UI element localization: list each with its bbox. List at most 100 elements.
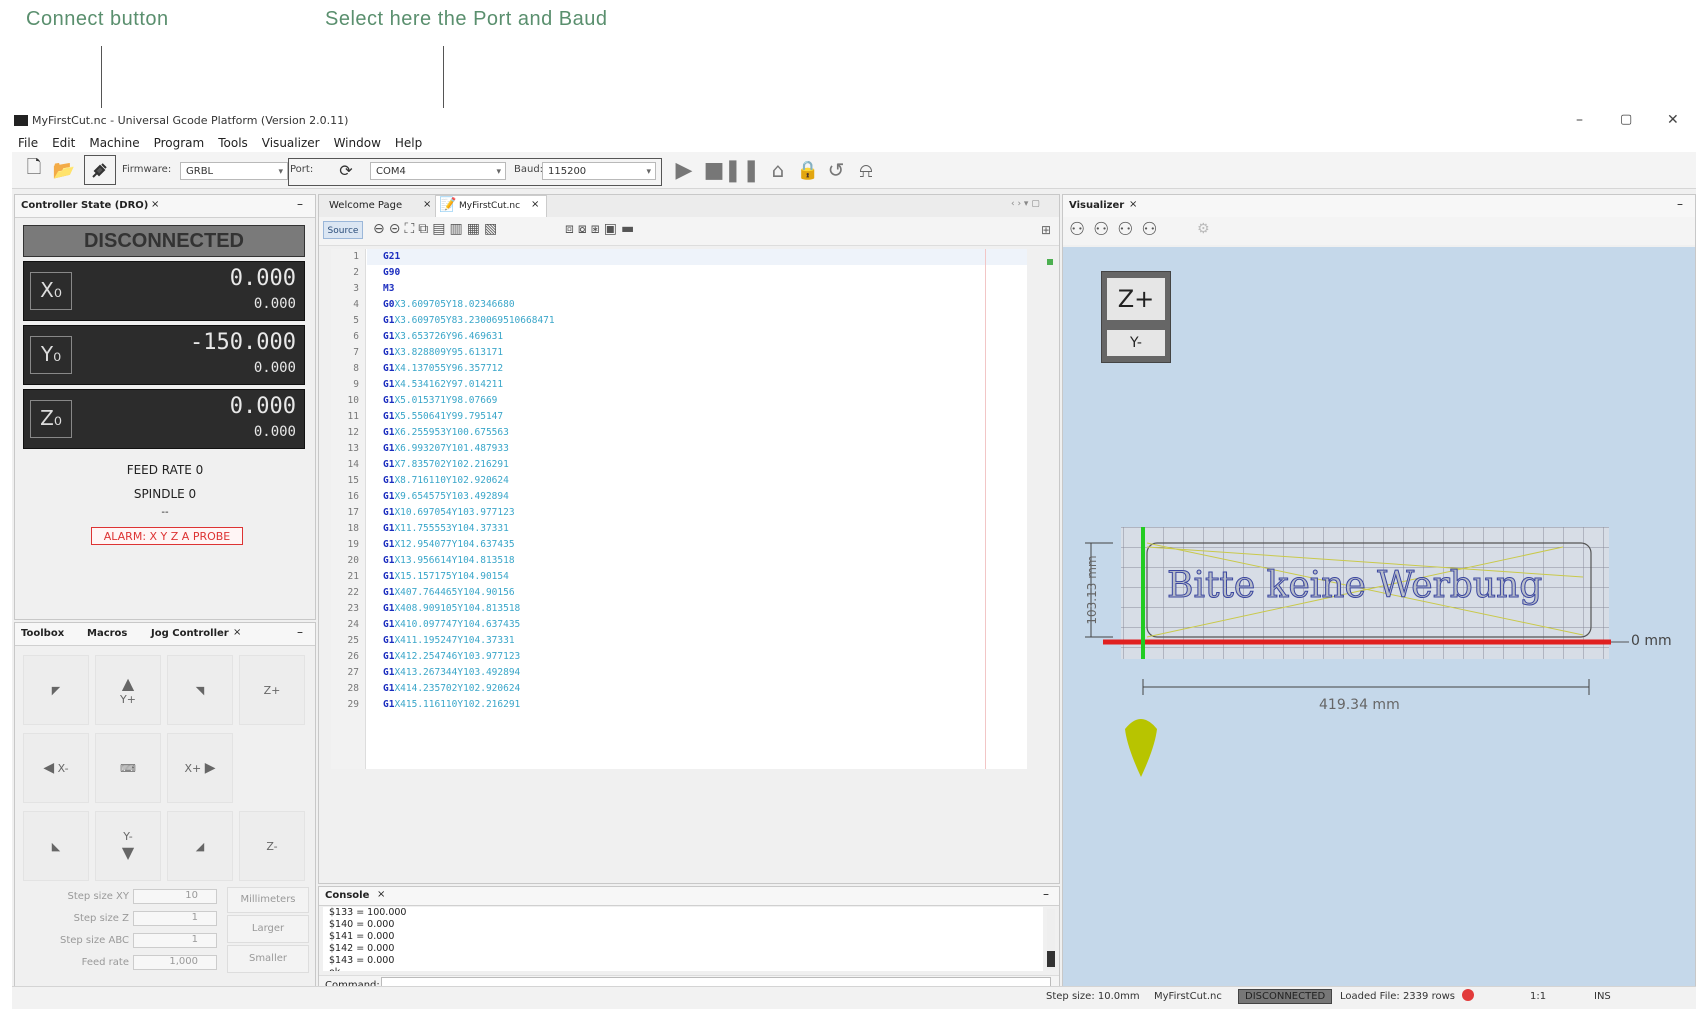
code-line[interactable]: 7 G1X3.828809Y95.613171 (331, 345, 1029, 361)
code-line[interactable]: 26 G1X412.254746Y103.977123 (331, 649, 1029, 665)
console-scroll-thumb[interactable] (1047, 951, 1055, 967)
tab-welcome-page[interactable]: Welcome Page (323, 195, 408, 217)
menu-visualizer[interactable]: Visualizer (256, 134, 328, 152)
code-line[interactable]: 10 G1X5.015371Y98.07669 (331, 393, 1029, 409)
dro-axis-z[interactable]: Z₀ 0.000 0.000 (23, 389, 305, 449)
menu-file[interactable]: File (12, 134, 46, 152)
console-output[interactable]: $133 = 100.000 $140 = 0.000 $141 = 0.000… (323, 907, 1043, 971)
code-line[interactable]: 28 G1X414.235702Y102.920624 (331, 681, 1029, 697)
code-line[interactable]: 19 G1X12.954077Y104.637435 (331, 537, 1029, 553)
close-icon[interactable]: × (233, 627, 241, 638)
code-line[interactable]: 11 G1X5.550641Y99.795147 (331, 409, 1029, 425)
visualizer-settings-icon[interactable]: ⚙ (1197, 221, 1210, 237)
baud-select[interactable]: 115200 ▾ (542, 162, 656, 180)
dro-axis-x[interactable]: X₀ 0.000 0.000 (23, 261, 305, 321)
open-folder-icon[interactable]: 📂 (50, 156, 78, 184)
menu-program[interactable]: Program (148, 134, 213, 152)
close-icon[interactable]: × (377, 889, 385, 900)
tab-myfirstcut[interactable]: MyFirstCut.nc (453, 195, 526, 217)
code-editor[interactable]: 1 G21 2 G90 3 M3 4 G0X3.609705Y18.02346680 5 G1X3… (331, 249, 1027, 769)
tab-toolbox[interactable]: Toolbox (15, 623, 70, 645)
jog-xplus-yminus-button[interactable]: ◢ (167, 811, 233, 881)
smaller-button[interactable]: Smaller (227, 945, 309, 973)
tab-jog-controller[interactable]: Jog Controller (145, 623, 235, 645)
code-line[interactable]: 23 G1X408.909105Y104.813518 (331, 601, 1029, 617)
code-line[interactable]: 4 G0X3.609705Y18.02346680 (331, 297, 1029, 313)
lock-icon[interactable]: 🔒 (794, 156, 822, 184)
close-icon[interactable]: × (1129, 199, 1137, 210)
code-line[interactable]: 18 G1X11.755553Y104.37331 (331, 521, 1029, 537)
code-line[interactable]: 14 G1X7.835702Y102.216291 (331, 457, 1029, 473)
home-icon[interactable]: ⌂ (764, 156, 792, 184)
close-icon[interactable]: × (423, 199, 431, 210)
status-error-icon[interactable] (1462, 989, 1474, 1001)
code-line[interactable]: 2 G90 (331, 265, 1029, 281)
dro-axis-y[interactable]: Y₀ -150.000 0.000 (23, 325, 305, 385)
editor-format-icons[interactable]: ⧈⧇⧆▣▬ (565, 221, 638, 237)
tab-controller-state[interactable]: Controller State (DRO) (15, 195, 154, 217)
step-xy-input[interactable]: 10 (133, 889, 217, 904)
code-line[interactable]: 3 M3 (331, 281, 1029, 297)
jog-zplus-button[interactable]: Z+ (239, 655, 305, 725)
code-line[interactable]: 17 G1X10.697054Y103.977123 (331, 505, 1029, 521)
minimize-panel-icon[interactable]: – (1677, 197, 1683, 211)
tab-scroll-icons[interactable]: ‹ › ▾ ▢ (1011, 199, 1040, 209)
code-line[interactable]: 6 G1X3.653726Y96.469631 (331, 329, 1029, 345)
menu-help[interactable]: Help (389, 134, 430, 152)
tab-console[interactable]: Console (319, 887, 375, 905)
code-line[interactable]: 29 G1X415.116110Y102.216291 (331, 697, 1029, 713)
jog-xplus-yplus-button[interactable]: ◥ (167, 655, 233, 725)
step-z-input[interactable]: 1 (133, 911, 217, 926)
reset-icon[interactable]: ↺ (822, 156, 850, 184)
menu-machine[interactable]: Machine (83, 134, 147, 152)
minimize-panel-icon[interactable]: – (1043, 887, 1049, 901)
tab-macros[interactable]: Macros (81, 623, 133, 645)
pause-icon[interactable]: ❚❚ (724, 156, 761, 184)
new-file-icon[interactable]: 🗋 (20, 156, 48, 184)
console-scrollbar[interactable] (1047, 909, 1055, 969)
code-line[interactable]: 9 G1X4.534162Y97.014211 (331, 377, 1029, 393)
close-button[interactable]: ✕ (1667, 112, 1679, 128)
play-icon[interactable]: ▶ (670, 156, 698, 184)
jog-xplus-button[interactable]: X+ ▶ (167, 733, 233, 803)
jog-xminus-yminus-button[interactable]: ◣ (23, 811, 89, 881)
menu-edit[interactable]: Edit (46, 134, 83, 152)
code-line[interactable]: 1 G21 (331, 249, 1029, 265)
code-line[interactable]: 16 G1X9.654575Y103.492894 (331, 489, 1029, 505)
editor-tool-icons[interactable]: ⊖⊝⛶⧉▤▥▦▧ (373, 221, 501, 237)
code-line[interactable]: 27 G1X413.267344Y103.492894 (331, 665, 1029, 681)
step-abc-input[interactable]: 1 (133, 933, 217, 948)
jog-xminus-yplus-button[interactable]: ◤ (23, 655, 89, 725)
feed-rate-input[interactable]: 1,000 (133, 955, 217, 970)
code-line[interactable]: 24 G1X410.097747Y104.637435 (331, 617, 1029, 633)
source-button[interactable]: Source (323, 221, 363, 239)
jog-yminus-button[interactable]: Y- ▼ (95, 811, 161, 881)
expand-icon[interactable]: ⊞ (1041, 223, 1051, 237)
view-cube-icons[interactable]: ⚇⚇⚇⚇ (1069, 219, 1166, 240)
code-line[interactable]: 12 G1X6.255953Y100.675563 (331, 425, 1029, 441)
code-line[interactable]: 21 G1X15.157175Y104.90154 (331, 569, 1029, 585)
maximize-button[interactable]: ▢ (1620, 112, 1632, 127)
jog-xminus-button[interactable]: ◀ X- (23, 733, 89, 803)
code-line[interactable]: 20 G1X13.956614Y104.813518 (331, 553, 1029, 569)
menu-window[interactable]: Window (328, 134, 389, 152)
code-line[interactable]: 13 G1X6.993207Y101.487933 (331, 441, 1029, 457)
menu-tools[interactable]: Tools (212, 134, 256, 152)
jog-zminus-button[interactable]: Z- (239, 811, 305, 881)
larger-button[interactable]: Larger (227, 915, 309, 943)
code-line[interactable]: 5 G1X3.609705Y83.230069510668471 (331, 313, 1029, 329)
code-line[interactable]: 15 G1X8.716110Y102.920624 (331, 473, 1029, 489)
refresh-icon[interactable]: ⟳ (332, 156, 360, 184)
close-icon[interactable]: × (151, 199, 159, 210)
code-line[interactable]: 22 G1X407.764465Y104.90156 (331, 585, 1029, 601)
port-select[interactable]: COM4 ▾ (370, 162, 506, 180)
units-button[interactable]: Millimeters (227, 887, 309, 913)
connect-button[interactable] (84, 155, 116, 185)
unlock-icon[interactable]: ⍾ (852, 156, 880, 184)
close-icon[interactable]: × (531, 199, 539, 210)
minimize-panel-icon[interactable]: – (297, 197, 303, 211)
jog-yplus-button[interactable]: ▲ Y+ (95, 655, 161, 725)
code-line[interactable]: 8 G1X4.137055Y96.357712 (331, 361, 1029, 377)
minimize-button[interactable]: – (1576, 112, 1583, 128)
code-line[interactable]: 25 G1X411.195247Y104.37331 (331, 633, 1029, 649)
